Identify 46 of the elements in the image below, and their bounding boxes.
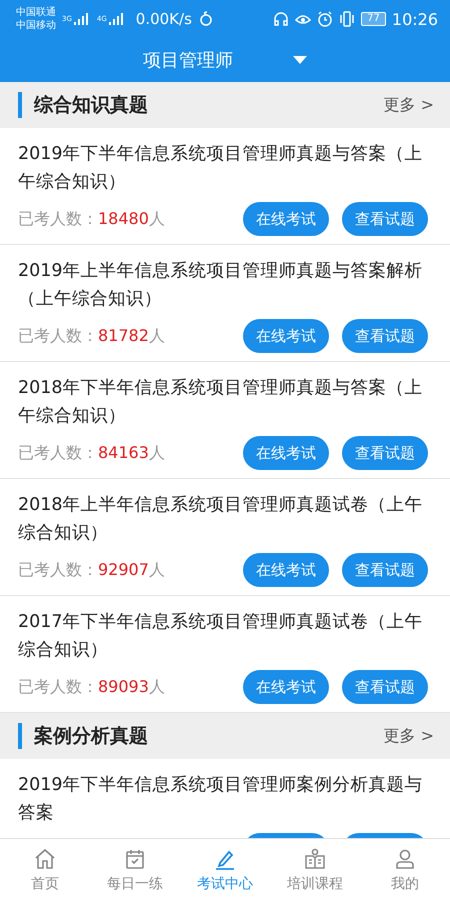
section-title: 案例分析真题 [34,724,149,749]
book-icon [303,847,327,871]
headphones-icon [273,11,290,27]
exam-title[interactable]: 2018年上半年信息系统项目管理师真题试卷（上午综合知识） [18,491,428,547]
exam-button[interactable]: 查看试题 [342,670,428,704]
home-icon [33,847,57,871]
exam-title[interactable]: 2019年上半年信息系统项目管理师真题与答案解析（上午综合知识） [18,257,428,313]
network-speed: 0.00K/s [136,10,192,28]
carrier-name: 中国联通 [16,6,56,19]
clock-time: 10:26 [392,10,438,28]
signal-icon [72,13,91,25]
exam-button[interactable]: 查看试题 [342,202,428,236]
nav-tab[interactable]: 我的 [360,839,450,900]
exam-title[interactable]: 2018年下半年信息系统项目管理师真题与答案（上午综合知识） [18,374,428,430]
alarm-icon [317,11,334,27]
nav-tab[interactable]: 每日一练 [90,839,180,900]
header-title: 项目管理师 [143,49,233,72]
nav-tab[interactable]: 首页 [0,839,90,900]
vibrate-icon [339,11,356,27]
calendar-icon [123,847,147,871]
more-link[interactable]: 更多 > [384,726,434,746]
person-icon [393,847,417,871]
carrier-name: 中国移动 [16,19,56,32]
exam-title[interactable]: 2017年下半年信息系统项目管理师真题试卷（上午综合知识） [18,608,428,664]
exam-button[interactable]: 在线考试 [243,670,329,704]
exam-button[interactable]: 在线考试 [243,553,329,587]
nav-tab[interactable]: 考试中心 [180,839,270,900]
exam-taker-count: 已考人数：89093人 [18,676,166,698]
exam-taker-count: 已考人数：84163人 [18,442,166,464]
signal-icon [108,13,126,25]
exam-title[interactable]: 2019年下半年信息系统项目管理师案例分析真题与答案 [18,771,428,827]
exam-button[interactable]: 查看试题 [342,436,428,470]
more-link[interactable]: 更多 > [384,94,434,116]
section-title: 综合知识真题 [34,93,149,118]
exam-taker-count: 已考人数：81782人 [18,326,166,346]
exam-title[interactable]: 2019年下半年信息系统项目管理师真题与答案（上午综合知识） [18,140,428,196]
exam-button[interactable]: 查看试题 [342,553,428,587]
battery-icon: 77 [361,12,386,26]
nav-tab[interactable]: 培训课程 [270,839,360,900]
exam-taker-count: 已考人数：92907人 [18,560,166,580]
exam-taker-count: 已考人数：18480人 [18,208,166,230]
dropdown-caret-icon[interactable] [293,56,307,64]
exam-button[interactable]: 查看试题 [342,319,428,353]
exam-button[interactable]: 在线考试 [243,319,329,353]
exam-button[interactable]: 在线考试 [243,436,329,470]
exam-button[interactable]: 在线考试 [243,202,329,236]
